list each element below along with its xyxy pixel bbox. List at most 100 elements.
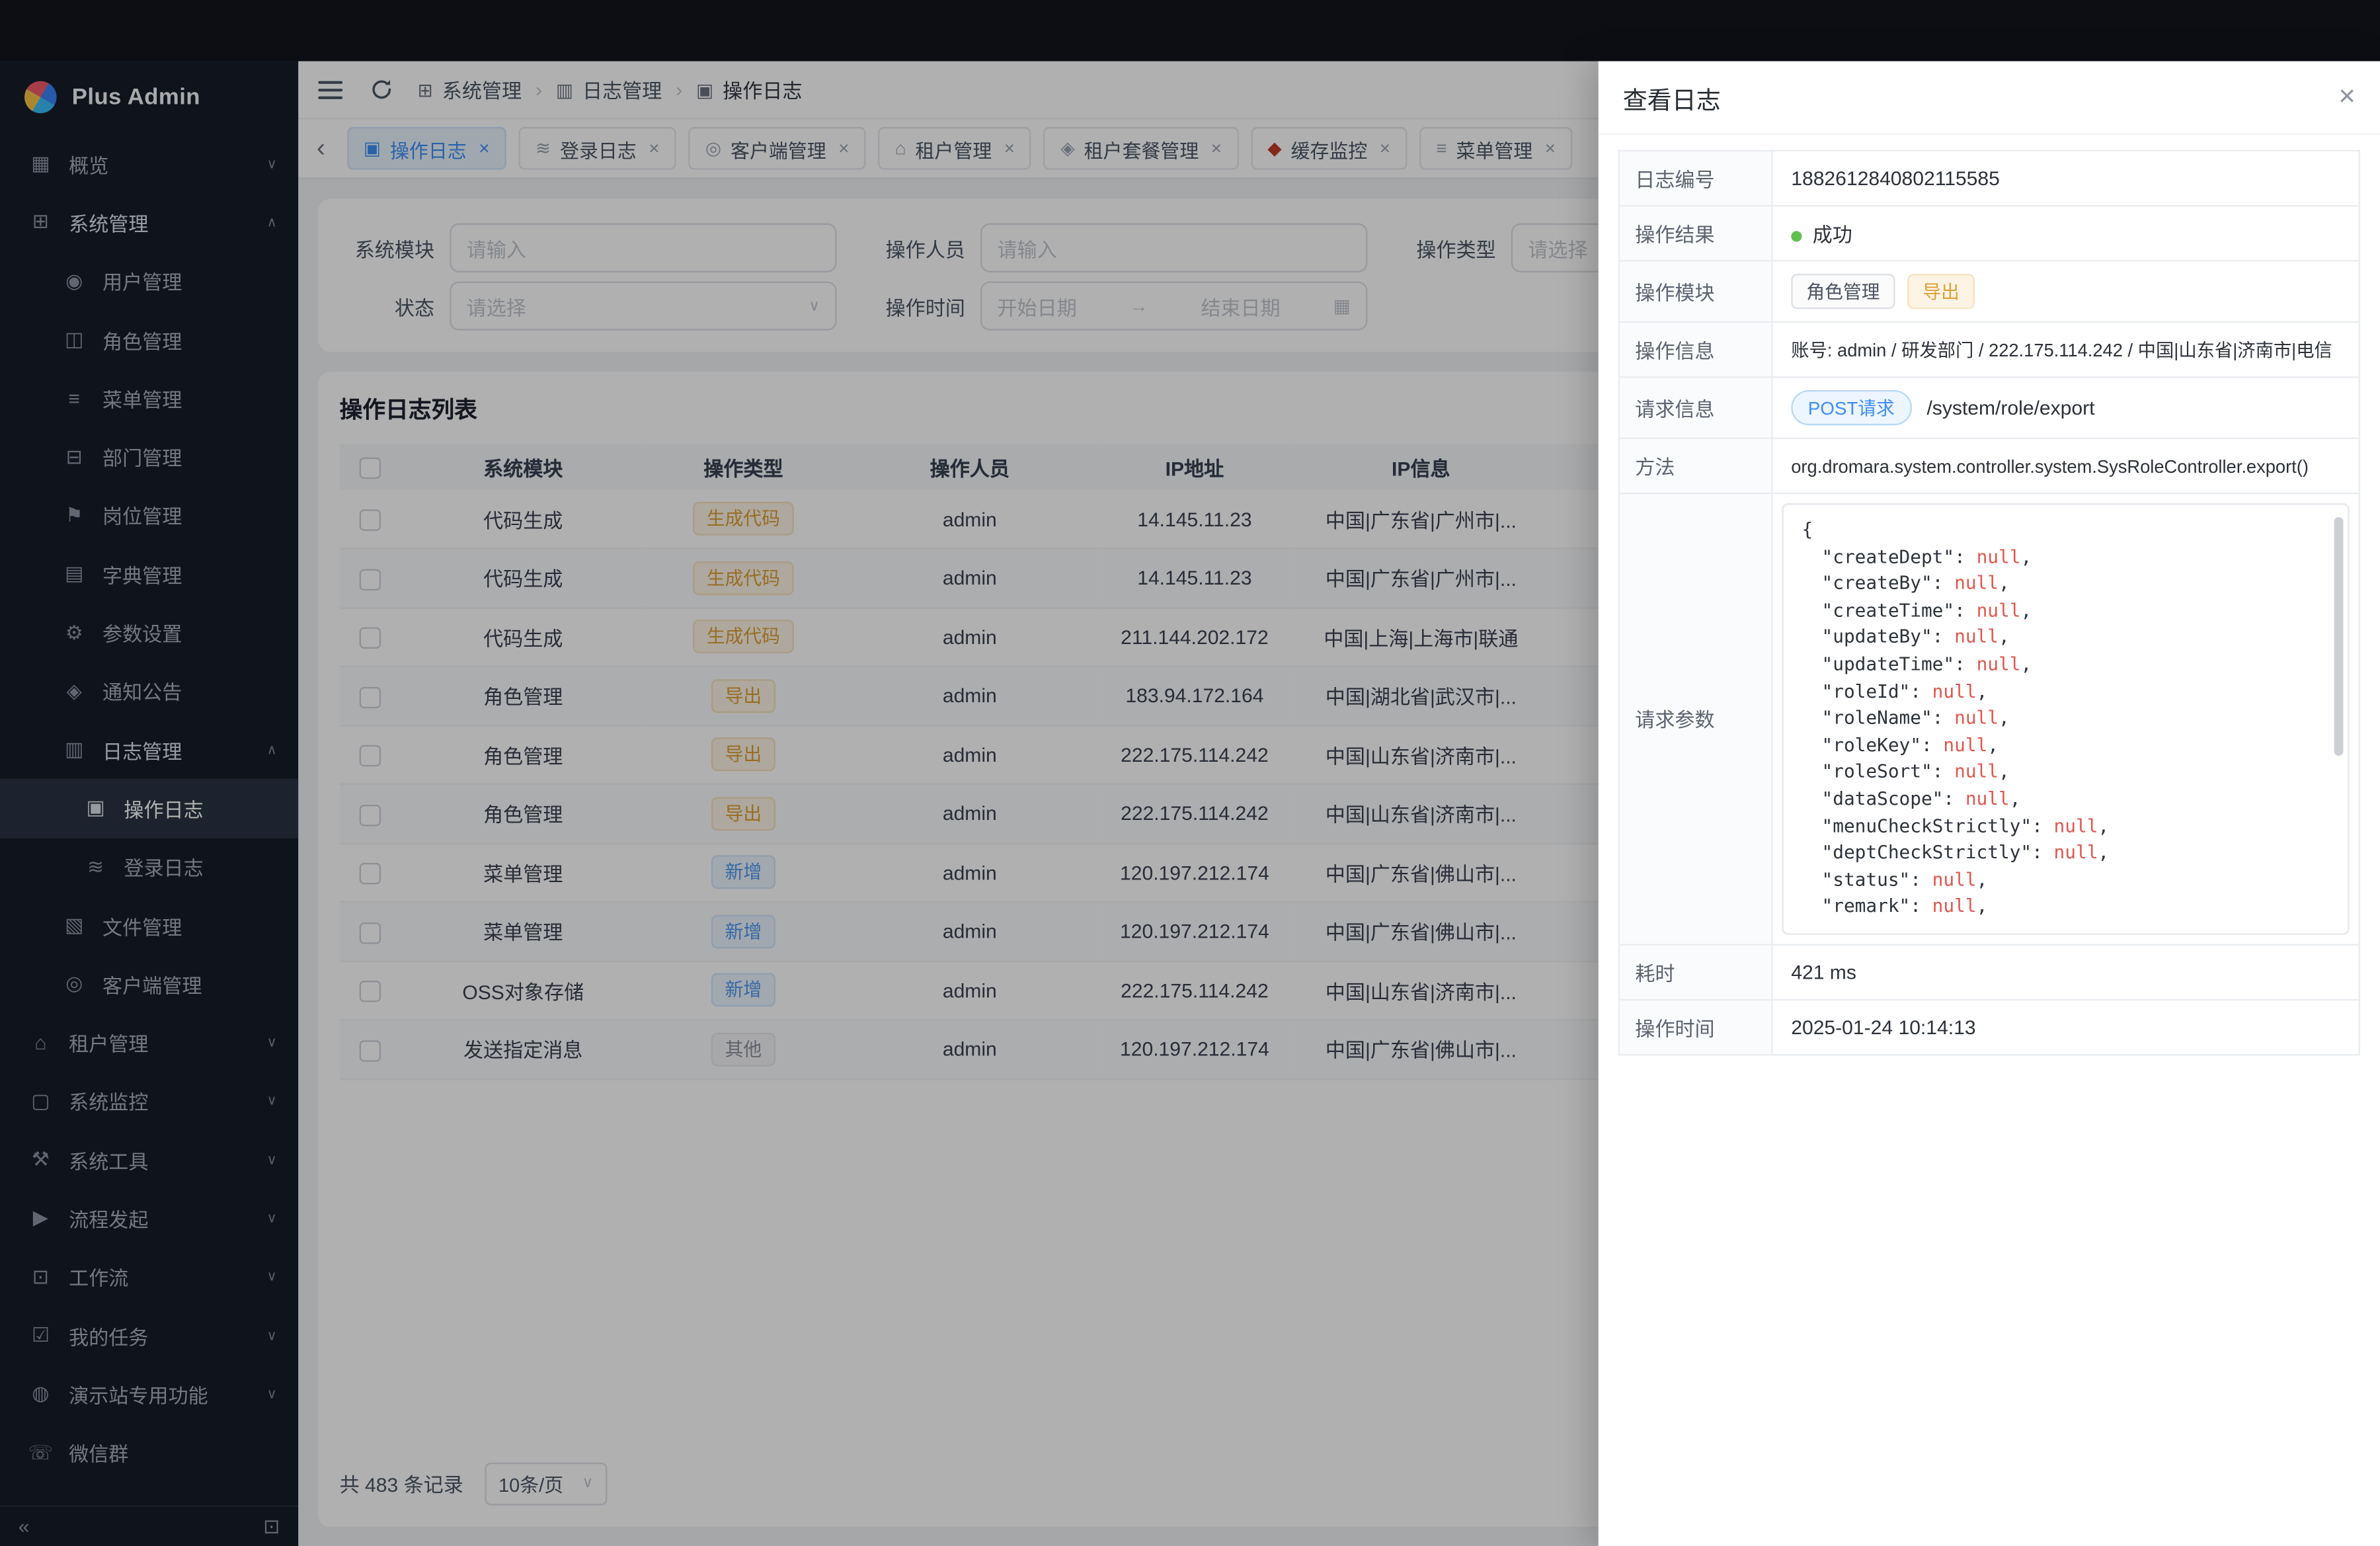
code-key: "deptCheckStrictly": — [1822, 842, 2054, 863]
code-comma: , — [2020, 653, 2032, 674]
code-value: null — [1954, 573, 1999, 594]
detail-value: 421 ms — [1772, 944, 2359, 999]
close-icon[interactable]: × — [2338, 83, 2356, 112]
detail-row-request: 请求信息POST请求/system/role/export — [1619, 377, 2360, 438]
code-key: "roleId": — [1822, 680, 1932, 702]
detail-row-params: 请求参数{"createDept": null,"createBy": null… — [1619, 493, 2360, 944]
code-value: null — [1977, 653, 2021, 674]
detail-label: 耗时 — [1619, 944, 1772, 999]
code-key: "dataScope": — [1822, 788, 1965, 809]
code-value: null — [2054, 842, 2098, 863]
http-method-tag: POST请求 — [1791, 390, 1911, 425]
code-line: "menuCheckStrictly": null, — [1802, 813, 2329, 840]
code-value: null — [1977, 599, 2021, 620]
detail-value: 账号: admin / 研发部门 / 222.175.114.242 / 中国|… — [1772, 322, 2359, 377]
detail-value: 1882612840802115585 — [1772, 151, 2359, 206]
detail-value: org.dromara.system.controller.system.Sys… — [1772, 438, 2359, 493]
code-line: { — [1802, 517, 2329, 544]
code-value: null — [1977, 546, 2021, 567]
code-key: "roleKey": — [1822, 734, 1944, 755]
code-line: "deptCheckStrictly": null, — [1802, 840, 2329, 867]
log-detail-table: 日志编号1882612840802115585操作结果成功操作模块角色管理导出操… — [1619, 151, 2360, 1055]
success-dot-icon — [1791, 231, 1802, 241]
detail-label: 操作时间 — [1619, 1000, 1772, 1055]
code-comma: , — [1977, 868, 1988, 889]
code-comma: , — [1999, 626, 2010, 647]
code-line: "status": null, — [1802, 867, 2329, 894]
code-key: "createBy": — [1822, 573, 1955, 594]
drawer-body: 日志编号1882612840802115585操作结果成功操作模块角色管理导出操… — [1599, 135, 2380, 1546]
detail-row-module: 操作模块角色管理导出 — [1619, 261, 2360, 322]
code-line: "updateTime": null, — [1802, 652, 2329, 679]
detail-label: 方法 — [1619, 438, 1772, 493]
code-key: "menuCheckStrictly": — [1822, 815, 2054, 836]
code-key: "updateBy": — [1822, 626, 1955, 647]
code-comma: , — [1999, 761, 2010, 782]
code-line: "createDept": null, — [1802, 544, 2329, 571]
code-comma: , — [1999, 707, 2010, 728]
request-params-code[interactable]: {"createDept": null,"createBy": null,"cr… — [1782, 503, 2349, 934]
code-value: null — [1943, 734, 1987, 755]
code-key: "createTime": — [1822, 599, 1977, 620]
detail-label: 请求参数 — [1619, 493, 1772, 944]
code-comma: , — [2010, 788, 2021, 809]
code-line: "roleId": null, — [1802, 678, 2329, 706]
detail-label: 日志编号 — [1619, 151, 1772, 206]
detail-value: POST请求/system/role/export — [1772, 377, 2359, 438]
code-key: "roleSort": — [1822, 761, 1955, 782]
detail-value: 成功 — [1772, 206, 2359, 261]
code-line: "dataScope": null, — [1802, 786, 2329, 813]
detail-row-duration: 耗时421 ms — [1619, 944, 2360, 999]
code-scrollbar[interactable] — [2334, 517, 2344, 756]
drawer-title: 查看日志 — [1623, 79, 1721, 116]
code-comma: , — [1987, 734, 1999, 755]
code-value: null — [1932, 868, 1977, 889]
code-value: null — [1954, 707, 1999, 728]
code-line: "roleKey": null, — [1802, 733, 2329, 760]
detail-row-log-id: 日志编号1882612840802115585 — [1619, 151, 2360, 206]
status-text: 成功 — [1813, 224, 1852, 247]
code-key: "roleName": — [1822, 707, 1955, 728]
drawer-header: 查看日志 × — [1599, 61, 2380, 135]
detail-row-info: 操作信息账号: admin / 研发部门 / 222.175.114.242 /… — [1619, 322, 2360, 377]
code-key: "createDept": — [1822, 546, 1977, 567]
detail-row-time: 操作时间2025-01-24 10:14:13 — [1619, 1000, 2360, 1055]
code-line: "roleSort": null, — [1802, 759, 2329, 786]
log-detail-description: 日志编号1882612840802115585操作结果成功操作模块角色管理导出操… — [1618, 150, 2360, 1055]
code-comma: , — [2098, 842, 2109, 863]
code-value: null — [1954, 761, 1999, 782]
code-line: "roleName": null, — [1802, 706, 2329, 733]
code-value: null — [2054, 815, 2098, 836]
code-comma: , — [1977, 895, 1988, 916]
request-url: /system/role/export — [1926, 396, 2094, 419]
detail-value: 角色管理导出 — [1772, 261, 2359, 322]
code-comma: , — [2020, 546, 2032, 567]
detail-label: 操作信息 — [1619, 322, 1772, 377]
detail-label: 操作模块 — [1619, 261, 1772, 322]
code-comma: , — [2098, 815, 2109, 836]
code-line: "createTime": null, — [1802, 598, 2329, 625]
code-line: "updateBy": null, — [1802, 625, 2329, 652]
detail-value: 2025-01-24 10:14:13 — [1772, 1000, 2359, 1055]
code-key: "status": — [1822, 868, 1932, 889]
code-key: "remark": — [1822, 895, 1932, 916]
detail-label: 请求信息 — [1619, 377, 1772, 438]
code-value: null — [1932, 895, 1977, 916]
code-line: "remark": null, — [1802, 894, 2329, 921]
log-detail-drawer: 查看日志 × 日志编号1882612840802115585操作结果 成功操作模块… — [1599, 61, 2380, 1546]
code-value: null — [1965, 788, 2010, 809]
module-tag: 角色管理 — [1791, 274, 1895, 309]
code-comma: , — [1977, 680, 1988, 702]
detail-label: 操作结果 — [1619, 206, 1772, 261]
app-root: Plus Admin ▦概览∨⊞系统管理∧◉用户管理◫角色管理≡菜单管理⊟部门管… — [0, 0, 2380, 1546]
detail-row-method: 方法org.dromara.system.controller.system.S… — [1619, 438, 2360, 493]
code-key: "updateTime": — [1822, 653, 1977, 674]
code-comma: , — [1999, 573, 2010, 594]
detail-row-result: 操作结果 成功 — [1619, 206, 2360, 261]
code-line: "createBy": null, — [1802, 571, 2329, 598]
detail-value: {"createDept": null,"createBy": null,"cr… — [1772, 493, 2359, 944]
code-value: null — [1932, 680, 1977, 702]
code-value: null — [1954, 626, 1999, 647]
module-tag: 导出 — [1907, 274, 1975, 309]
code-comma: , — [2020, 599, 2032, 620]
